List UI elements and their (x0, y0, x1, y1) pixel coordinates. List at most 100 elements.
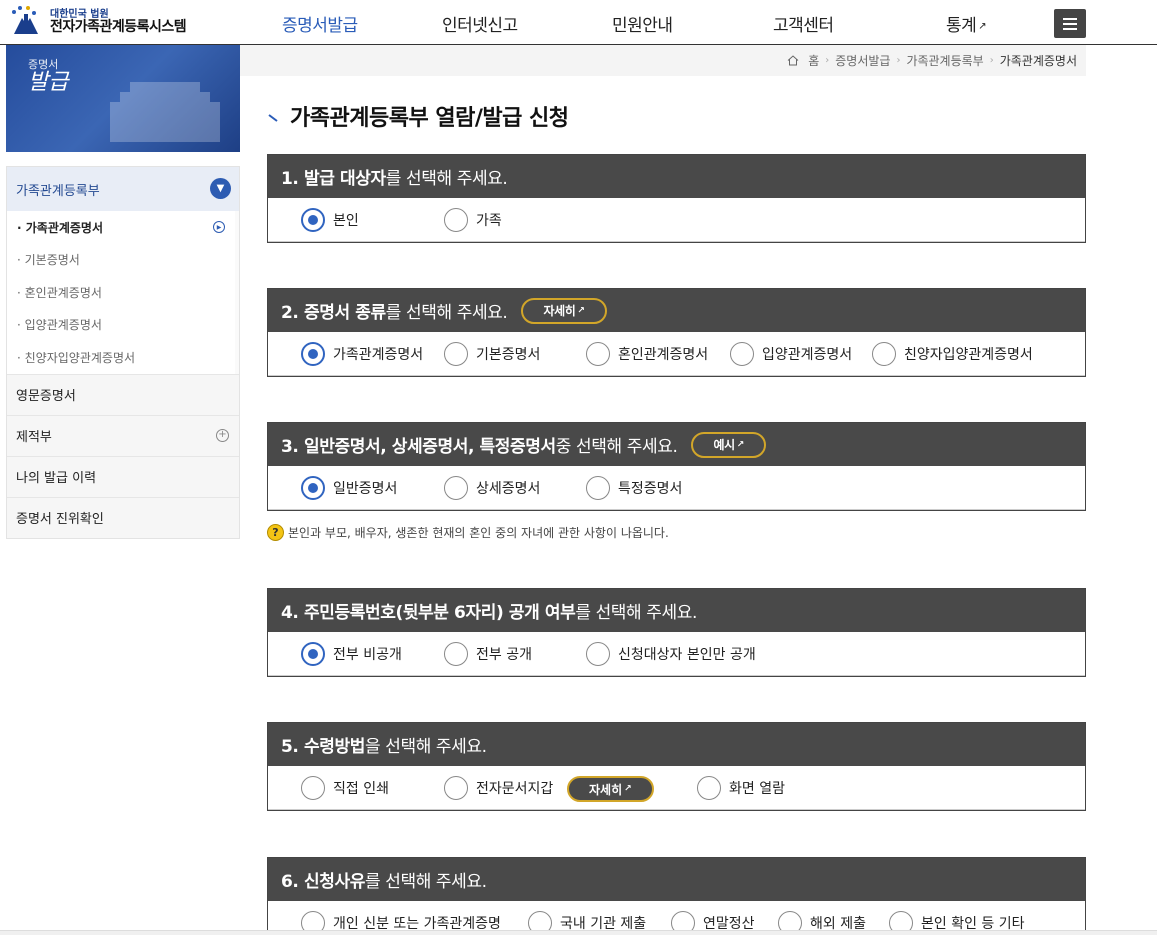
detail-button-label: 자세히 (543, 304, 576, 318)
section-title-light: 을 선택해 주세요. (364, 737, 487, 757)
section-options: 전부 비공개 전부 공개 신청대상자 본인만 공개 (268, 632, 1085, 676)
radio-e-wallet[interactable]: 전자문서지갑 (444, 776, 553, 800)
radio-family-relation-cert[interactable]: 가족관계증명서 (301, 342, 423, 366)
section-application-reason: 6. 신청사유 를 선택해 주세요. 개인 신분 또는 가족관계증명 국내 기관 … (267, 857, 1086, 935)
home-icon (787, 55, 799, 66)
section-options: 가족관계증명서 기본증명서 혼인관계증명서 입양관계증명서 친양자입양관계증명서 (268, 332, 1085, 376)
nav-internet-report[interactable]: 인터넷신고 (442, 11, 518, 36)
section-title-light: 를 선택해 주세요. (575, 603, 698, 623)
section-resident-number-disclosure: 4. 주민등록번호(뒷부분 6자리) 공개 여부 를 선택해 주세요. 전부 비공… (267, 588, 1086, 677)
site-logo[interactable]: 대한민국 법원 전자가족관계등록시스템 (6, 2, 236, 42)
radio-unchecked-icon (872, 342, 896, 366)
radio-unchecked-icon (444, 208, 468, 232)
radio-basic-cert[interactable]: 기본증명서 (444, 342, 540, 366)
example-button-label: 예시 (713, 438, 735, 452)
radio-label: 본인 (333, 213, 359, 229)
nav-certificate-issue[interactable]: 증명서발급 (282, 11, 358, 36)
radio-all-public[interactable]: 전부 공개 (444, 642, 532, 666)
plus-circle-icon[interactable]: + (216, 428, 229, 442)
page-title: 가족관계등록부 열람/발급 신청 (290, 106, 569, 131)
section-options: 직접 인쇄 전자문서지갑 자세히 ↗ 화면 열람 (268, 766, 1085, 810)
radio-label: 직접 인쇄 (333, 781, 389, 797)
radio-adoption-cert[interactable]: 입양관계증명서 (730, 342, 852, 366)
radio-specific-cert[interactable]: 특정증명서 (586, 476, 682, 500)
play-circle-icon: ▶ (213, 221, 225, 233)
side-subnav: · 가족관계증명서 ▶ · 기본증명서 · 혼인관계증명서 · 입양관계증명서 … (7, 211, 239, 374)
radio-general-cert[interactable]: 일반증명서 (301, 476, 397, 500)
radio-unchecked-icon (586, 642, 610, 666)
section-header: 2. 증명서 종류 를 선택해 주세요. 자세히 ↗ (268, 289, 1085, 332)
radio-label: 가족 (476, 213, 502, 229)
chevron-right-icon: › (896, 55, 901, 66)
side-subnav-marriage-cert[interactable]: · 혼인관계증명서 (7, 276, 235, 309)
side-subnav-family-relation-cert[interactable]: · 가족관계증명서 ▶ (7, 211, 235, 244)
side-nav: 가족관계등록부 ▼ · 가족관계증명서 ▶ · 기본증명서 · 혼인관계증명서 … (6, 166, 240, 539)
side-subnav-full-adoption-cert[interactable]: · 친양자입양관계증명서 (7, 341, 235, 374)
external-link-icon: ↗ (736, 439, 745, 450)
radio-self-only-public[interactable]: 신청대상자 본인만 공개 (586, 642, 756, 666)
e-wallet-detail-button[interactable]: 자세히 ↗ (567, 776, 654, 802)
side-nav-family-register-label: 가족관계등록부 (16, 183, 100, 199)
side-subnav-basic-cert[interactable]: · 기본증명서 (7, 243, 235, 276)
detail-button[interactable]: 자세히 ↗ (521, 297, 607, 324)
radio-full-adoption-cert[interactable]: 친양자입양관계증명서 (872, 342, 1033, 366)
radio-unchecked-icon (444, 642, 468, 666)
radio-label: 입양관계증명서 (762, 347, 853, 363)
section-header: 5. 수령방법 을 선택해 주세요. (268, 723, 1085, 766)
breadcrumb-certificate[interactable]: 증명서발급 (835, 52, 890, 69)
scope-notice-text: 본인과 부모, 배우자, 생존한 현재의 혼인 중의 자녀에 관한 사항이 나옵… (288, 526, 669, 540)
radio-self[interactable]: 본인 (301, 208, 359, 232)
side-nav-removed-register-label: 제적부 (16, 430, 52, 445)
nav-statistics-label: 통계 (946, 16, 977, 36)
radio-checked-icon (301, 642, 325, 666)
side-subnav-label: · 가족관계증명서 (17, 220, 104, 235)
side-nav-my-history[interactable]: 나의 발급 이력 (7, 455, 239, 497)
external-link-icon: ↗ (978, 21, 987, 32)
radio-family[interactable]: 가족 (444, 208, 502, 232)
radio-label: 전부 공개 (476, 647, 532, 663)
breadcrumb: 홈 › 증명서발급 › 가족관계등록부 › 가족관계증명서 (240, 45, 1086, 76)
side-nav-authenticity-check[interactable]: 증명서 진위확인 (7, 496, 239, 538)
banner-big-text: 발급 (28, 69, 69, 95)
hamburger-menu-button[interactable] (1054, 9, 1086, 38)
radio-label: 기본증명서 (476, 347, 541, 363)
breadcrumb-family-register[interactable]: 가족관계등록부 (906, 52, 983, 69)
section-header: 1. 발급 대상자 를 선택해 주세요. (268, 155, 1085, 198)
radio-unchecked-icon (301, 776, 325, 800)
section-title-light: 중 선택해 주세요. (555, 437, 678, 457)
section-header: 4. 주민등록번호(뒷부분 6자리) 공개 여부 를 선택해 주세요. (268, 589, 1085, 632)
nav-civil-guide[interactable]: 민원안내 (612, 11, 673, 36)
radio-label: 상세증명서 (476, 481, 541, 497)
logo-title: 전자가족관계등록시스템 (50, 18, 187, 35)
breadcrumb-current: 가족관계증명서 (999, 54, 1077, 68)
nav-statistics[interactable]: 통계 ↗ (946, 11, 987, 36)
side-nav-family-register[interactable]: 가족관계등록부 ▼ (7, 167, 239, 211)
chevron-down-icon[interactable]: ▼ (210, 178, 231, 199)
radio-label: 전부 비공개 (333, 647, 402, 663)
side-subnav-adoption-cert[interactable]: · 입양관계증명서 (7, 308, 235, 341)
section-banner: 증명서 발급 (6, 45, 240, 152)
example-button[interactable]: 예시 ↗ (691, 431, 766, 458)
radio-all-private[interactable]: 전부 비공개 (301, 642, 402, 666)
radio-label: 신청대상자 본인만 공개 (618, 647, 756, 663)
question-icon: ? (267, 524, 284, 541)
section-options: 일반증명서 상세증명서 특정증명서 (268, 466, 1085, 510)
title-slash-icon (268, 114, 278, 122)
radio-screen-view[interactable]: 화면 열람 (697, 776, 785, 800)
external-link-icon: ↗ (577, 305, 585, 316)
section-title-light: 를 선택해 주세요. (385, 303, 508, 323)
side-nav-removed-register[interactable]: 제적부 + (7, 414, 239, 456)
scope-notice: ? 본인과 부모, 배우자, 생존한 현재의 혼인 중의 자녀에 관한 사항이 … (267, 524, 669, 541)
radio-direct-print[interactable]: 직접 인쇄 (301, 776, 389, 800)
breadcrumb-home[interactable]: 홈 (808, 52, 819, 69)
radio-label: 전자문서지갑 (476, 781, 554, 797)
section-header: 3. 일반증명서, 상세증명서, 특정증명서 중 선택해 주세요. 예시 ↗ (268, 423, 1085, 466)
main-nav: 증명서발급 인터넷신고 민원안내 고객센터 통계 ↗ (240, 0, 1040, 45)
radio-detailed-cert[interactable]: 상세증명서 (444, 476, 540, 500)
section-title-light: 를 선택해 주세요. (385, 169, 508, 189)
e-wallet-detail-button-label: 자세히 (589, 782, 623, 797)
nav-customer-center[interactable]: 고객센터 (773, 11, 834, 36)
radio-checked-icon (301, 342, 325, 366)
side-nav-english-cert[interactable]: 영문증명서 (7, 373, 239, 415)
radio-marriage-cert[interactable]: 혼인관계증명서 (586, 342, 708, 366)
